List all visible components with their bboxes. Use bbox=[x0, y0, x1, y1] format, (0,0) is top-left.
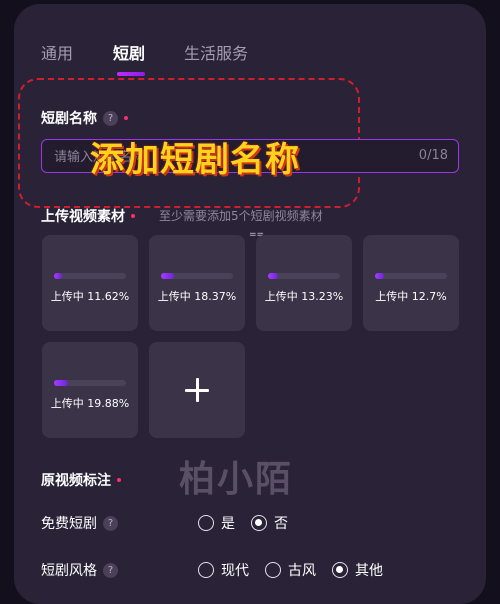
progress-fill bbox=[54, 380, 68, 386]
char-counter: 0/18 bbox=[418, 148, 448, 163]
plus-icon bbox=[185, 378, 209, 402]
help-icon[interactable]: ? bbox=[103, 562, 118, 578]
active-tab-indicator bbox=[117, 72, 145, 76]
radio-label: 其他 bbox=[355, 563, 383, 579]
progress-fill bbox=[375, 273, 384, 279]
upload-status: 上传中 12.7% bbox=[375, 290, 447, 303]
drama-style-label-text: 短剧风格 bbox=[41, 563, 97, 579]
progress-fill bbox=[268, 273, 278, 279]
tab-short-drama[interactable]: 短剧 bbox=[113, 40, 145, 64]
upload-tile[interactable]: 上传中 11.62% bbox=[42, 235, 138, 331]
upload-status: 上传中 11.62% bbox=[50, 290, 130, 303]
progress-track bbox=[54, 380, 126, 386]
required-dot bbox=[124, 116, 128, 120]
upload-label: 上传视频素材 bbox=[41, 206, 135, 226]
drama-name-input[interactable] bbox=[52, 140, 386, 174]
radio-option-yes[interactable]: 是 bbox=[198, 513, 235, 533]
drama-style-label: 短剧风格 ? bbox=[41, 560, 118, 580]
upload-tile[interactable]: 上传中 12.7% bbox=[363, 235, 459, 331]
add-video-button[interactable] bbox=[149, 342, 245, 438]
progress-fill bbox=[54, 273, 62, 279]
settings-panel: 通用 短剧 生活服务 短剧名称 ? 0/18 添加短剧名称 上传视频素材 至少需… bbox=[14, 4, 486, 604]
progress-track bbox=[268, 273, 340, 279]
upload-status: 上传中 13.23% bbox=[264, 290, 344, 303]
radio-label: 古风 bbox=[288, 563, 316, 579]
radio-label: 现代 bbox=[221, 563, 249, 579]
drama-name-label: 短剧名称 ? bbox=[41, 108, 128, 128]
required-dot bbox=[117, 478, 121, 482]
radio-label: 是 bbox=[221, 516, 235, 532]
radio-option-no[interactable]: 否 bbox=[251, 513, 288, 533]
upload-tile[interactable]: 上传中 13.23% bbox=[256, 235, 352, 331]
help-icon[interactable]: ? bbox=[103, 515, 118, 531]
help-icon[interactable]: ? bbox=[103, 110, 118, 126]
required-dot bbox=[131, 214, 135, 218]
free-drama-radio-group: 是 否 bbox=[198, 513, 304, 533]
upload-status: 上传中 19.88% bbox=[50, 397, 130, 410]
progress-track bbox=[54, 273, 126, 279]
drama-style-radio-group: 现代 古风 其他 bbox=[198, 560, 399, 580]
radio-option-ancient[interactable]: 古风 bbox=[265, 560, 316, 580]
upload-status: 上传中 18.37% bbox=[157, 290, 237, 303]
upload-tile[interactable]: 上传中 19.88% bbox=[42, 342, 138, 438]
radio-option-other[interactable]: 其他 bbox=[332, 560, 383, 580]
drama-name-label-text: 短剧名称 bbox=[41, 111, 97, 127]
free-drama-label: 免费短剧 ? bbox=[41, 513, 118, 533]
progress-track bbox=[161, 273, 233, 279]
free-drama-label-text: 免费短剧 bbox=[41, 516, 97, 532]
radio-circle-checked[interactable] bbox=[332, 562, 348, 578]
original-note-label-text: 原视频标注 bbox=[41, 473, 111, 489]
radio-circle[interactable] bbox=[265, 562, 281, 578]
original-note-label: 原视频标注 bbox=[41, 470, 121, 490]
radio-option-modern[interactable]: 现代 bbox=[198, 560, 249, 580]
radio-circle[interactable] bbox=[198, 562, 214, 578]
tab-general[interactable]: 通用 bbox=[41, 40, 73, 64]
progress-fill bbox=[161, 273, 174, 279]
radio-circle[interactable] bbox=[198, 515, 214, 531]
upload-tile[interactable]: 上传中 18.37% bbox=[149, 235, 245, 331]
radio-circle-checked[interactable] bbox=[251, 515, 267, 531]
tab-life-services[interactable]: 生活服务 bbox=[184, 40, 248, 64]
drama-name-field[interactable]: 0/18 bbox=[41, 139, 459, 174]
watermark: 柏小陌 bbox=[179, 459, 294, 500]
upload-label-text: 上传视频素材 bbox=[41, 209, 125, 225]
progress-track bbox=[375, 273, 447, 279]
radio-label: 否 bbox=[274, 516, 288, 532]
upload-hint: 至少需要添加5个短剧视频素材 bbox=[159, 209, 323, 223]
